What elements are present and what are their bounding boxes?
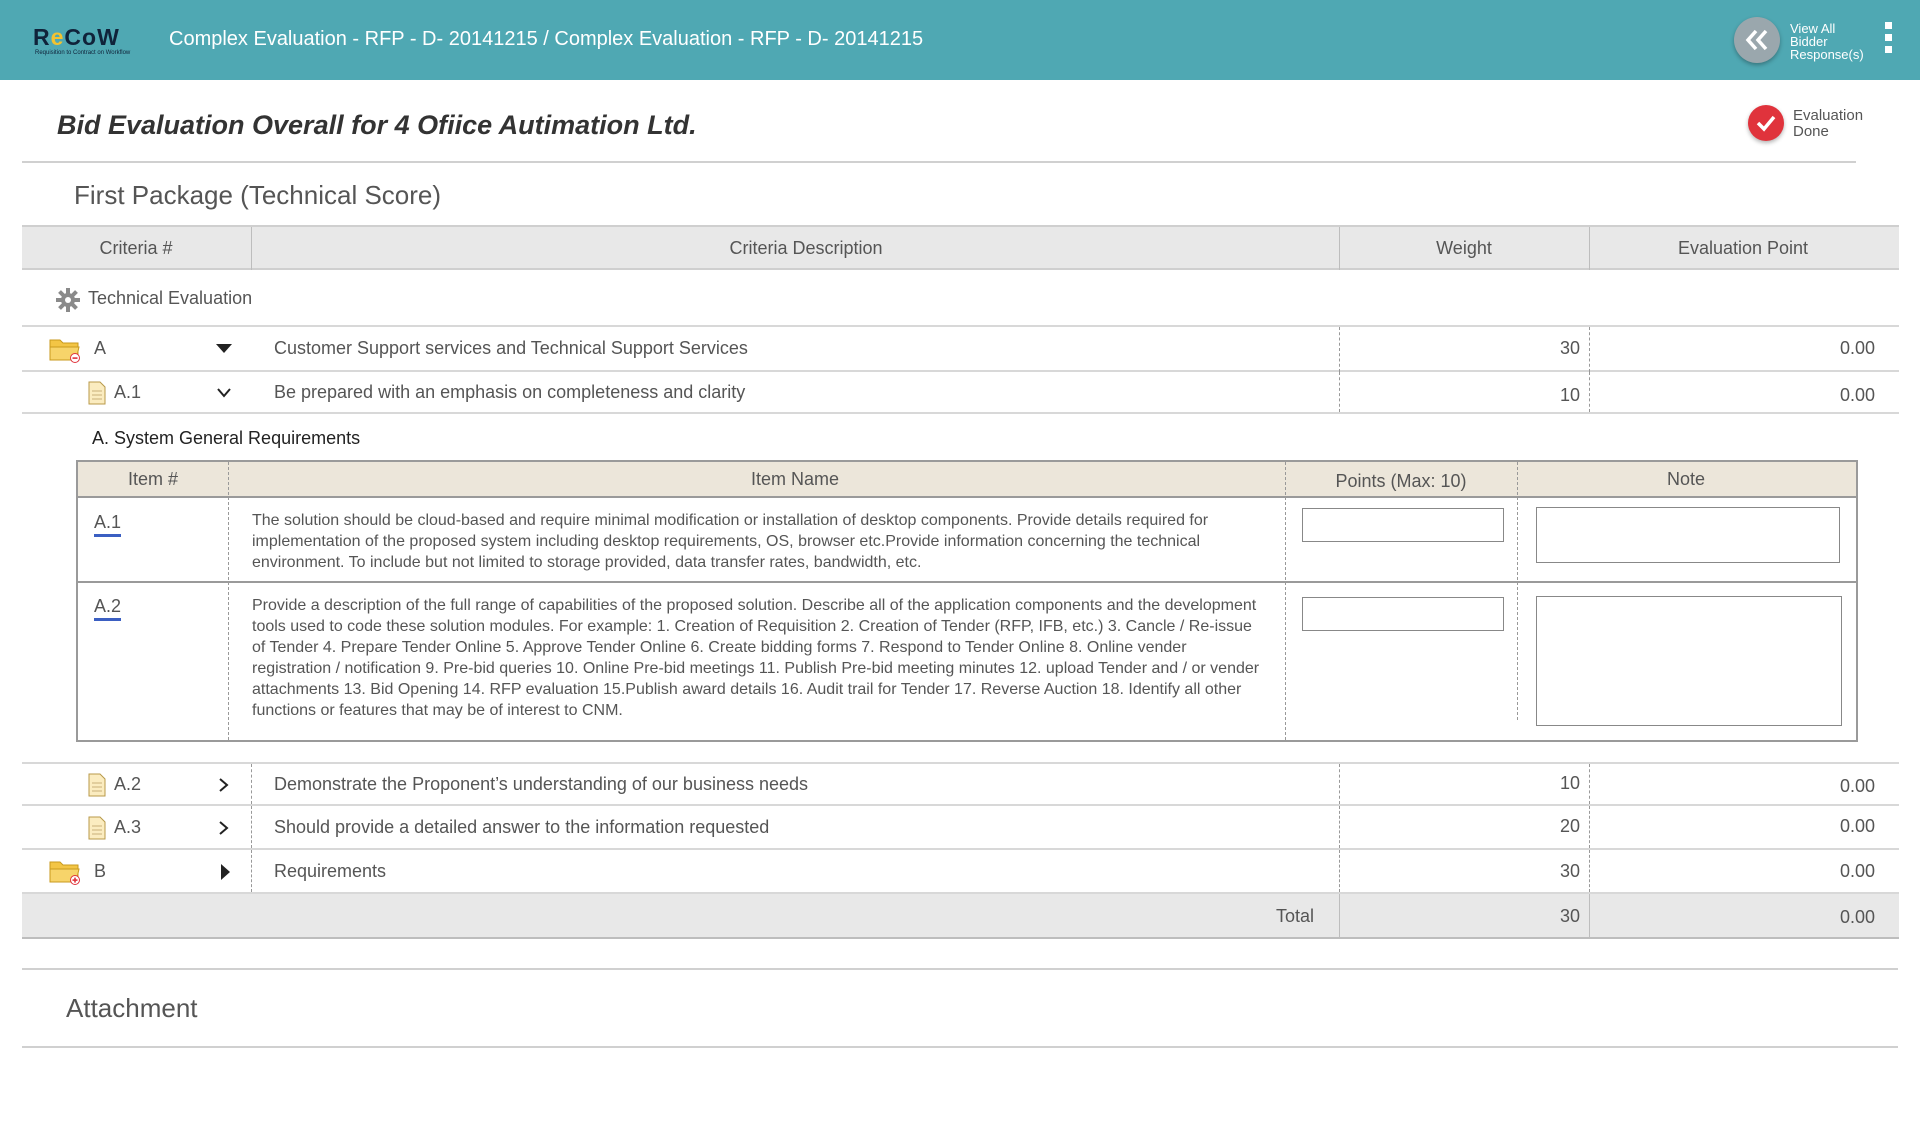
row-separator bbox=[78, 581, 1856, 583]
column-separator bbox=[1517, 462, 1518, 720]
column-header-weight[interactable]: Weight bbox=[1339, 227, 1589, 270]
column-separator bbox=[1339, 850, 1340, 892]
column-separator bbox=[1285, 462, 1286, 740]
divider bbox=[22, 1046, 1898, 1048]
criteria-point: 0.00 bbox=[1839, 776, 1875, 796]
criteria-row-B[interactable]: B Requirements 30 0.00 bbox=[22, 850, 1899, 894]
total-weight: 30 bbox=[1559, 906, 1580, 926]
document-icon bbox=[88, 381, 106, 405]
chevron-down-icon[interactable] bbox=[217, 388, 231, 398]
criteria-row-A2[interactable]: A.2 Demonstrate the Proponent’s understa… bbox=[22, 764, 1899, 806]
criteria-desc: Customer Support services and Technical … bbox=[274, 338, 748, 358]
criteria-weight: 30 bbox=[1559, 338, 1580, 358]
criteria-point: 0.00 bbox=[1839, 385, 1875, 405]
document-icon bbox=[88, 773, 106, 797]
total-label: Total bbox=[1275, 906, 1314, 926]
top-bar: ReCoW Requisition to Contract on Workflo… bbox=[0, 0, 1920, 80]
chevron-down-icon[interactable] bbox=[216, 344, 232, 354]
chevron-right-icon[interactable] bbox=[219, 821, 229, 835]
folder-icon bbox=[49, 861, 80, 885]
breadcrumb: Complex Evaluation - RFP - D- 20141215 /… bbox=[169, 28, 924, 50]
group-label: Technical Evaluation bbox=[88, 288, 253, 308]
view-all-bidder-responses-label[interactable]: View All Bidder Response(s) bbox=[1790, 22, 1890, 61]
chevron-right-icon[interactable] bbox=[221, 864, 231, 880]
group-row-technical-evaluation: Technical Evaluation bbox=[22, 270, 1899, 327]
criteria-row-A[interactable]: A Customer Support services and Technica… bbox=[22, 327, 1899, 372]
criteria-desc: Requirements bbox=[274, 861, 387, 881]
criteria-id: B bbox=[94, 861, 107, 881]
column-separator bbox=[251, 764, 252, 804]
total-row: Total 30 0.00 bbox=[22, 894, 1899, 939]
attachment-section-title: Attachment bbox=[66, 993, 198, 1023]
evaluation-done-label[interactable]: Evaluation Done bbox=[1793, 108, 1863, 140]
kebab-menu-icon[interactable] bbox=[1884, 22, 1894, 56]
column-separator bbox=[1589, 806, 1590, 848]
column-separator bbox=[1589, 764, 1590, 804]
criteria-weight: 10 bbox=[1559, 773, 1580, 793]
criteria-id: A.2 bbox=[114, 774, 142, 794]
criteria-weight: 20 bbox=[1559, 816, 1580, 836]
column-separator bbox=[1589, 894, 1590, 937]
criteria-id: A.3 bbox=[114, 817, 142, 837]
column-header-note: Note bbox=[1666, 469, 1706, 489]
criteria-point: 0.00 bbox=[1839, 816, 1875, 836]
double-chevron-left-icon bbox=[1745, 29, 1768, 51]
note-textarea[interactable] bbox=[1536, 507, 1840, 563]
view-all-bidder-responses-button[interactable] bbox=[1734, 17, 1780, 63]
column-header-criteria-desc[interactable]: Criteria Description bbox=[251, 227, 1361, 270]
column-header-item-name: Item Name bbox=[750, 469, 840, 489]
column-separator bbox=[1589, 850, 1590, 892]
criteria-row-A3[interactable]: A.3 Should provide a detailed answer to … bbox=[22, 806, 1899, 850]
column-header-evaluation-point[interactable]: Evaluation Point bbox=[1589, 227, 1897, 270]
criteria-id: A.1 bbox=[114, 382, 142, 402]
column-separator bbox=[1339, 372, 1340, 412]
column-header-points: Points (Max: 10) bbox=[1335, 471, 1467, 491]
document-icon bbox=[88, 816, 106, 840]
criteria-point: 0.00 bbox=[1839, 338, 1875, 358]
criteria-weight: 30 bbox=[1559, 861, 1580, 881]
column-separator bbox=[251, 806, 252, 848]
column-separator bbox=[228, 462, 229, 740]
criteria-table-header: Criteria # Criteria Description Weight E… bbox=[22, 225, 1899, 270]
gear-icon bbox=[56, 288, 80, 312]
item-text: The solution should be cloud-based and r… bbox=[252, 512, 1209, 571]
logo-wordmark: ReCoW bbox=[33, 24, 120, 50]
column-separator bbox=[1339, 327, 1340, 372]
items-table-header: Item # Item Name Points (Max: 10) Note bbox=[78, 462, 1856, 498]
column-separator bbox=[1339, 894, 1340, 937]
column-header-criteria-num[interactable]: Criteria # bbox=[22, 227, 250, 270]
column-separator bbox=[1339, 764, 1340, 804]
criteria-id: A bbox=[94, 338, 107, 358]
app-logo[interactable]: ReCoW Requisition to Contract on Workflo… bbox=[33, 24, 145, 60]
criteria-desc: Demonstrate the Proponent’s understandin… bbox=[274, 774, 809, 794]
note-textarea[interactable] bbox=[1536, 596, 1842, 726]
points-input[interactable] bbox=[1302, 508, 1504, 542]
items-table: Item # Item Name Points (Max: 10) Note A… bbox=[76, 460, 1858, 742]
chevron-right-icon[interactable] bbox=[219, 778, 229, 792]
column-separator bbox=[1589, 327, 1590, 372]
criteria-point: 0.00 bbox=[1839, 861, 1875, 881]
folder-icon bbox=[49, 339, 80, 363]
column-separator bbox=[251, 850, 252, 892]
check-icon bbox=[1756, 115, 1776, 132]
package-title: First Package (Technical Score) bbox=[74, 180, 442, 210]
item-text: Provide a description of the full range … bbox=[252, 597, 1260, 719]
item-link-A2[interactable]: A.2 bbox=[94, 596, 122, 621]
column-separator bbox=[1339, 806, 1340, 848]
criteria-weight: 10 bbox=[1559, 385, 1580, 405]
divider bbox=[22, 161, 1856, 163]
sub-table-caption: A. System General Requirements bbox=[92, 428, 361, 448]
points-input[interactable] bbox=[1302, 597, 1504, 631]
total-point: 0.00 bbox=[1839, 907, 1875, 927]
item-link-A1[interactable]: A.1 bbox=[94, 512, 122, 537]
page-title: Bid Evaluation Overall for 4 Ofiice Auti… bbox=[57, 110, 697, 140]
criteria-desc: Should provide a detailed answer to the … bbox=[274, 817, 770, 837]
column-separator bbox=[1589, 372, 1590, 412]
divider bbox=[22, 968, 1898, 970]
criteria-row-A1[interactable]: A.1 Be prepared with an emphasis on comp… bbox=[22, 372, 1899, 414]
evaluation-done-button[interactable] bbox=[1748, 105, 1784, 141]
column-header-item-num: Item # bbox=[127, 469, 179, 489]
logo-tagline: Requisition to Contract on Workflow bbox=[35, 50, 131, 56]
criteria-desc: Be prepared with an emphasis on complete… bbox=[274, 382, 746, 402]
